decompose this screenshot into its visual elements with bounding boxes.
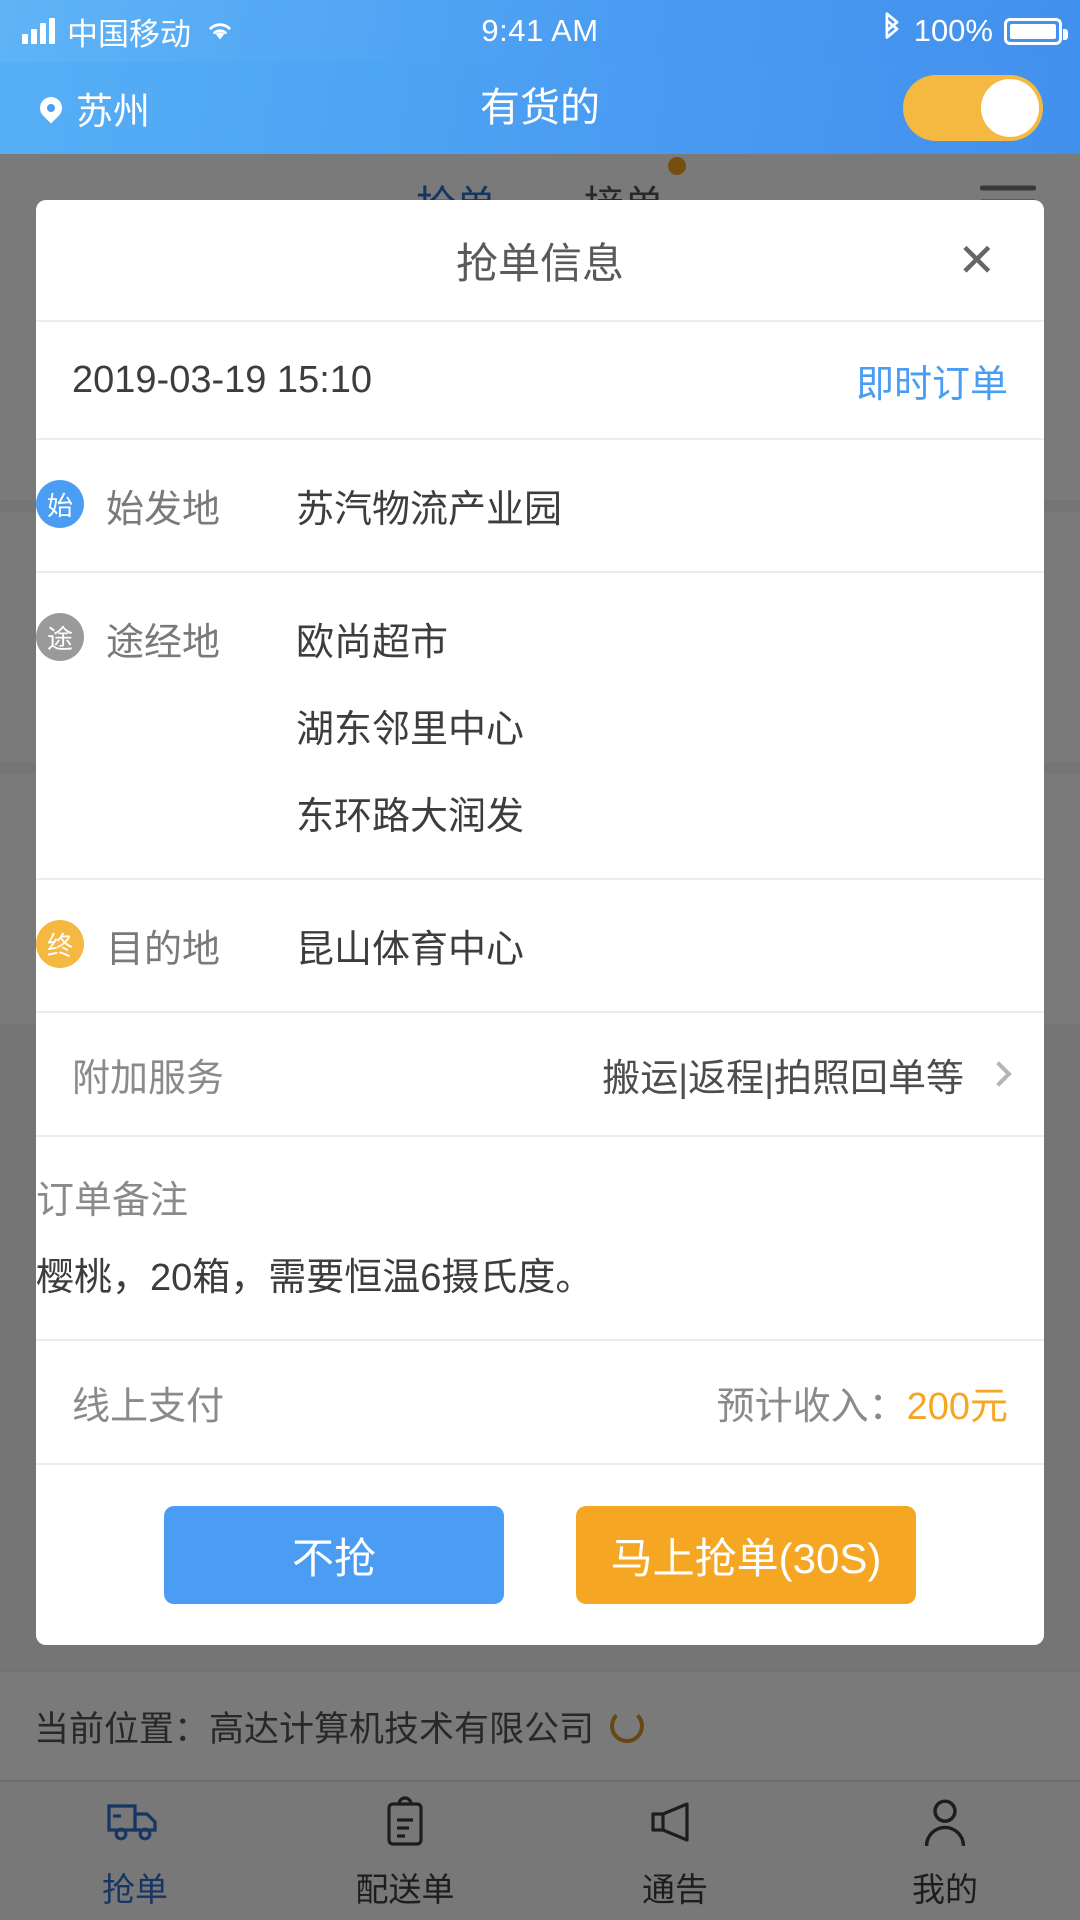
battery-percent-label: 100% [913,13,993,48]
destination-row: 终 目的地 昆山体育中心 [36,880,1044,1013]
accept-order-button[interactable]: 马上抢单(30S) [576,1506,916,1604]
battery-full-icon [1004,17,1068,45]
close-icon[interactable]: ✕ [957,237,996,283]
waypoint-value: 湖东邻里中心 [296,709,525,751]
waypoints-label: 途经地 [106,622,221,664]
origin-chip-icon: 始 [36,480,84,528]
app-bar: 苏州 有货的 [0,62,1080,154]
waypoint-value: 东环路大润发 [296,796,525,838]
destination-chip-icon: 终 [36,920,84,968]
extra-services-right: 搬运|返程|拍照回单等 [602,1047,1012,1102]
origin-label: 始发地 [106,489,221,531]
modal-title: 抢单信息 [455,239,624,287]
waypoints-row: 途 途经地 欧尚超市 湖东邻里中心 东环路大润发 [36,573,1044,880]
order-note-label: 订单备注 [36,1180,189,1222]
online-toggle[interactable] [903,75,1043,141]
order-note-text: 樱桃，20箱，需要恒温6摄氏度。 [36,1257,594,1299]
payment-row: 线上支付 预计收入：200元 [36,1341,1044,1465]
order-time: 2019-03-19 15:10 [72,358,373,401]
destination-value: 昆山体育中心 [296,929,525,971]
order-detail-modal: 抢单信息 ✕ 2019-03-19 15:10 即时订单 始 始发地 苏汽物流产… [36,200,1044,1645]
payment-method-label: 线上支付 [72,1385,225,1428]
modal-header: 抢单信息 ✕ [36,200,1044,322]
waypoints-values: 欧尚超市 湖东邻里中心 东环路大润发 [296,611,524,840]
extra-services-row[interactable]: 附加服务 搬运|返程|拍照回单等 [36,1013,1044,1137]
income-value: 200元 [906,1385,1008,1428]
order-time-row: 2019-03-19 15:10 即时订单 [36,322,1044,440]
waypoint-value: 欧尚超市 [296,622,449,664]
origin-value: 苏汽物流产业园 [296,489,563,531]
destination-values: 昆山体育中心 [296,918,524,973]
income-group: 预计收入：200元 [717,1375,1008,1430]
waypoint-chip-icon: 途 [36,613,84,661]
status-bar-right: 100% [881,11,1068,51]
bluetooth-icon [881,11,903,51]
decline-button[interactable]: 不抢 [164,1506,504,1604]
extra-services-value: 搬运|返程|拍照回单等 [602,1057,964,1100]
order-note-row: 订单备注 樱桃，20箱，需要恒温6摄氏度。 [36,1137,1044,1341]
extra-services-label: 附加服务 [72,1057,225,1100]
status-bar: 中国移动 9:41 AM 100% [0,0,1080,62]
income-label: 预计收入： [716,1385,907,1428]
origin-row: 始 始发地 苏汽物流产业园 [36,440,1044,573]
toggle-knob [981,79,1039,137]
origin-values: 苏汽物流产业园 [296,478,562,533]
destination-label: 目的地 [106,929,221,971]
order-type-badge: 即时订单 [855,363,1008,406]
modal-actions: 不抢 马上抢单(30S) [36,1465,1044,1645]
chevron-right-icon [986,1061,1012,1087]
